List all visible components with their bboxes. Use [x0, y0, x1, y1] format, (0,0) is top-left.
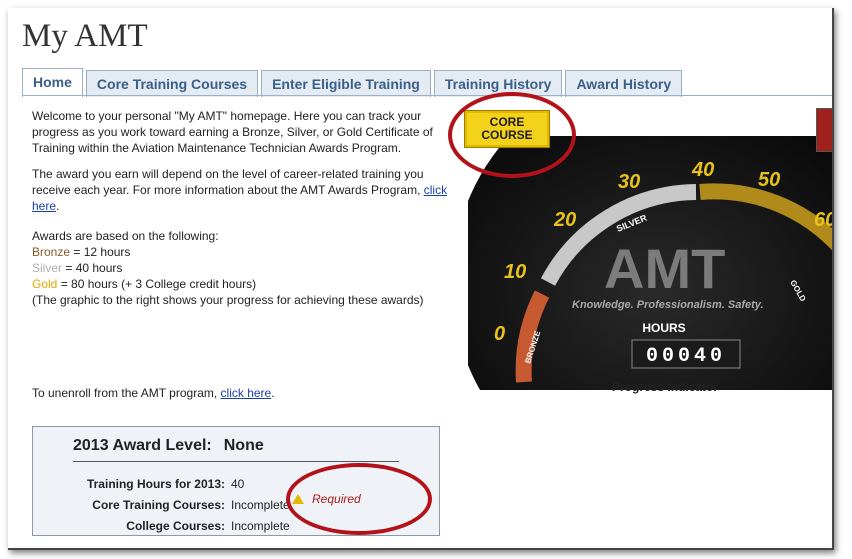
gauge-brand: AMT [604, 237, 725, 300]
silver-line: Silver = 40 hours [32, 260, 456, 276]
tick-60: 60 [814, 209, 834, 231]
silver-hours: = 40 hours [62, 261, 123, 275]
tick-30: 30 [618, 171, 640, 193]
annotation-circle-core-course [448, 92, 576, 178]
tab-bar: Home Core Training Courses Enter Eligibl… [22, 68, 683, 97]
unenroll-link[interactable]: click here [221, 386, 272, 400]
core-courses-row: Core Training Courses: Incomplete [33, 498, 290, 512]
award-level-heading: 2013 Award Level: None [73, 437, 264, 455]
graphic-note: (The graphic to the right shows your pro… [32, 293, 424, 307]
bronze-hours: = 12 hours [70, 245, 131, 259]
college-courses-label: College Courses: [126, 519, 225, 533]
bronze-line: Bronze = 12 hours [32, 244, 456, 260]
more-info-text: The award you earn will depend on the le… [32, 167, 424, 197]
tab-core-training-courses[interactable]: Core Training Courses [85, 70, 259, 97]
college-courses-row: College Courses: Incomplete [33, 519, 290, 533]
tab-award-history[interactable]: Award History [565, 70, 683, 97]
gold-hours: = 80 hours (+ 3 College credit hours) [57, 277, 257, 291]
gold-line: Gold = 80 hours (+ 3 College credit hour… [32, 276, 456, 292]
unenroll-text: To unenroll from the AMT program, click … [32, 386, 275, 400]
more-info-paragraph: The award you earn will depend on the le… [32, 166, 456, 214]
silver-label: Silver [32, 261, 63, 275]
tick-20: 20 [553, 209, 576, 231]
progress-indicator-label: Progress Indicator [612, 380, 719, 394]
intro-text: Welcome to your personal "My AMT" homepa… [32, 108, 456, 308]
intro-paragraph: Welcome to your personal "My AMT" homepa… [32, 109, 433, 155]
annotation-circle-required [286, 463, 432, 535]
training-hours-label: Training Hours for 2013: [86, 477, 225, 491]
gauge-tagline: Knowledge. Professionalism. Safety. [572, 299, 764, 311]
core-courses-value: Incomplete [231, 498, 290, 512]
tick-10: 10 [504, 261, 526, 283]
training-hours-row: Training Hours for 2013: 40 [33, 477, 244, 491]
college-courses-value: Incomplete [231, 519, 290, 533]
tick-50: 50 [758, 169, 780, 191]
unenroll-end: . [271, 386, 275, 400]
gold-label: Gold [32, 277, 58, 291]
page-title: My AMT [22, 18, 148, 54]
my-amt-page: My AMT Home Core Training Courses Enter … [8, 8, 834, 550]
tab-home[interactable]: Home [22, 68, 83, 97]
tick-0: 0 [494, 323, 505, 345]
unenroll-label: To unenroll from the AMT program, [32, 386, 221, 400]
bronze-label: Bronze [32, 245, 71, 259]
award-level-value: None [223, 437, 264, 454]
hours-label: HOURS [642, 321, 685, 335]
award-divider [73, 461, 399, 462]
tick-40: 40 [691, 159, 714, 181]
tab-underline [22, 95, 832, 96]
award-level-label: 2013 Award Level: [73, 437, 212, 454]
awards-intro: Awards are based on the following: [32, 229, 219, 243]
tab-enter-eligible-training[interactable]: Enter Eligible Training [261, 70, 431, 97]
side-thumbnail [816, 108, 832, 152]
training-hours-value: 40 [231, 477, 245, 491]
core-courses-label: Core Training Courses: [92, 498, 225, 512]
hours-value: 00040 [646, 345, 726, 368]
more-info-end: . [56, 199, 60, 213]
